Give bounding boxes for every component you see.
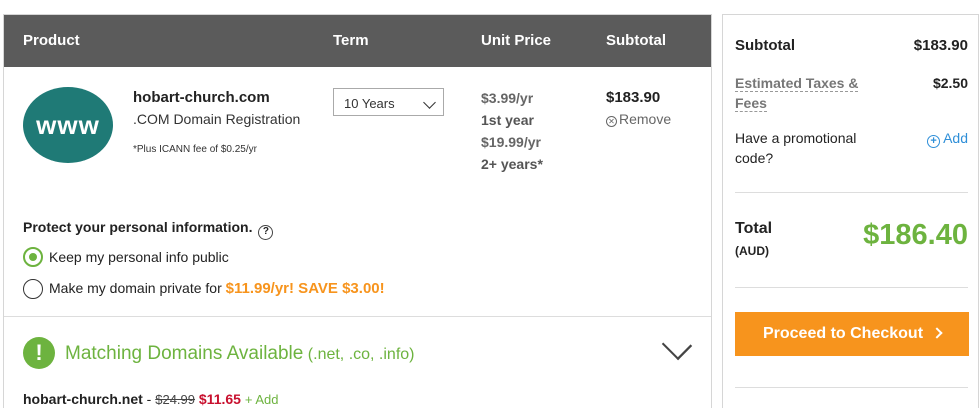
privacy-title-text: Protect your personal information.	[23, 219, 253, 235]
price-renewal-label: 2+ years*	[481, 156, 543, 172]
header-unit-price: Unit Price	[481, 32, 552, 49]
icann-fee-note: *Plus ICANN fee of $0.25/yr	[133, 144, 257, 155]
estimated-taxes-value: $2.50	[932, 75, 968, 91]
matching-domains-text: Matching Domains Available	[65, 343, 304, 364]
domain-type: .COM Domain Registration	[133, 111, 301, 127]
section-divider	[4, 316, 711, 317]
matching-domains-title[interactable]: Matching Domains Available (.net, .co, .…	[65, 343, 415, 365]
privacy-offer-price: $11.99/yr! SAVE $3.00!	[225, 280, 385, 297]
header-product: Product	[23, 32, 80, 49]
add-promo-link[interactable]: + Add	[927, 130, 968, 148]
currency-label: (AUD)	[735, 244, 769, 258]
chevron-down-icon	[423, 96, 436, 109]
domain-name: hobart-church.com	[133, 89, 270, 106]
privacy-title: Protect your personal information.?	[23, 219, 274, 240]
total-value: $186.40	[863, 219, 968, 251]
www-domain-icon: www	[23, 87, 113, 163]
exclamation-icon: !	[23, 337, 55, 369]
header-subtotal: Subtotal	[606, 32, 666, 49]
add-suggested-domain-link[interactable]: + Add	[245, 392, 279, 407]
estimated-taxes-label[interactable]: Estimated Taxes & Fees	[735, 73, 859, 113]
plus-circle-icon: +	[927, 135, 941, 148]
proceed-to-checkout-button[interactable]: Proceed to Checkout	[735, 312, 969, 356]
item-subtotal: $183.90	[606, 89, 661, 106]
price-renewal: $19.99/yr	[481, 134, 541, 150]
price-first-year-label: 1st year	[481, 112, 534, 128]
summary-subtotal-value: $183.90	[913, 37, 968, 54]
summary-divider	[735, 192, 968, 193]
suggested-domain-name: hobart-church.net	[23, 391, 143, 407]
add-promo-label: Add	[943, 130, 968, 146]
checkout-label: Proceed to Checkout	[762, 325, 924, 342]
promo-code-line2: code?	[735, 150, 774, 166]
term-select[interactable]: 10 Years	[333, 88, 444, 116]
price-first-year: $3.99/yr	[481, 90, 534, 106]
promo-code-line1: Have a promotional	[735, 130, 857, 146]
order-summary-panel: Subtotal $183.90 Estimated Taxes & Fees …	[722, 14, 979, 408]
promo-code-label: Have a promotional code?	[735, 128, 856, 168]
radio-keep-public[interactable]	[23, 247, 43, 267]
suggested-domain-row: hobart-church.net - $24.99 $11.65 + Add	[23, 391, 278, 407]
total-label: Total	[735, 220, 773, 237]
close-circle-icon: ✕	[606, 116, 617, 127]
chevron-down-icon[interactable]	[661, 329, 693, 361]
chevron-right-icon	[931, 327, 943, 339]
option-make-private-label[interactable]: Make my domain private for $11.99/yr! SA…	[49, 280, 385, 297]
estimated-taxes-line2: Fees	[735, 95, 767, 112]
cart-table-header: Product Term Unit Price Subtotal	[4, 15, 711, 67]
estimated-taxes-line1: Estimated Taxes &	[735, 75, 859, 92]
help-icon[interactable]: ?	[258, 225, 274, 240]
summary-subtotal-label: Subtotal	[735, 37, 795, 54]
summary-divider	[735, 387, 968, 388]
remove-button[interactable]: ✕ Remove	[606, 111, 671, 127]
cart-panel: Product Term Unit Price Subtotal www hob…	[3, 14, 712, 408]
matching-domains-tlds: (.net, .co, .info)	[303, 346, 415, 363]
term-select-value: 10 Years	[344, 96, 395, 111]
suggested-separator: -	[142, 391, 156, 407]
option-keep-public-label[interactable]: Keep my personal info public	[49, 249, 229, 265]
radio-make-private[interactable]	[23, 279, 43, 299]
remove-label: Remove	[619, 111, 672, 127]
option-make-private-text: Make my domain private for	[49, 280, 226, 296]
summary-divider	[735, 287, 968, 288]
suggested-sale-price: $11.65	[198, 391, 241, 407]
suggested-old-price: $24.99	[155, 392, 195, 407]
header-term: Term	[333, 32, 369, 49]
